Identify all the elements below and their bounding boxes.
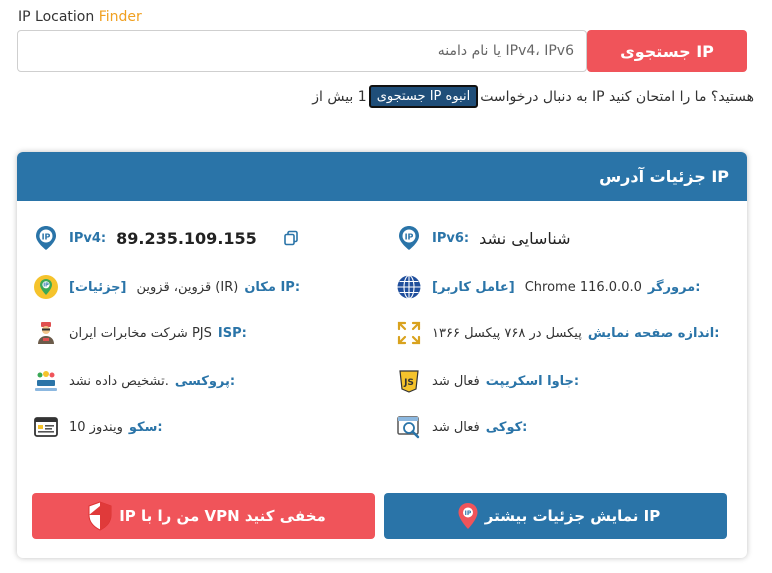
user-agent-link[interactable]: [عامل کاربر] (432, 280, 515, 295)
proxy-value: .تشخیص داده نشد (69, 373, 169, 389)
globe-icon (396, 274, 422, 300)
bulk-ip-lookup-button[interactable]: انبوه IP جستجوی (368, 85, 479, 108)
isp-value: PJS شرکت مخابرات ایران (69, 325, 212, 341)
svg-text:JS: JS (403, 378, 414, 388)
ip-pin-icon: IP (396, 225, 422, 251)
javascript-label: :جاوا اسکریپت (485, 373, 580, 389)
bulk-lookup-lead: 1 بیش از (312, 88, 367, 105)
os-value: ویندوز 10 (69, 419, 123, 435)
site-title-main: IP Location (18, 9, 95, 25)
ipv4-label: IPv4: (69, 230, 107, 246)
browser-label: :مرورگر (647, 279, 701, 295)
screen-row: :اندازه صفحه نمایش پیکسل در ۷۶۸ پیکسل ۱۳… (396, 317, 719, 349)
hide-ip-vpn-label: مخفی کنید VPN من را با IP (119, 507, 326, 525)
site-title: IP Location Finder (18, 9, 142, 25)
cookie-label: :کوکی (485, 419, 528, 435)
svg-text:IP: IP (42, 233, 51, 242)
search-button[interactable]: IP جستجوی (587, 30, 747, 72)
screen-value: پیکسل در ۷۶۸ پیکسل ۱۳۶۶ (432, 325, 582, 341)
cookie-row: :کوکی فعال شد (396, 411, 527, 443)
browser-value: Chrome 116.0.0.0 (524, 279, 642, 295)
shield-icon (88, 501, 112, 531)
javascript-icon: JS (396, 368, 422, 394)
os-row: :سکو ویندوز 10 (33, 411, 163, 443)
proxy-network-icon (33, 368, 59, 394)
os-window-icon (33, 414, 59, 440)
svg-text:IP: IP (405, 233, 414, 242)
ip-pin-icon: IP (33, 225, 59, 251)
proxy-label: :پروکسی (174, 373, 236, 389)
show-more-ip-details-button[interactable]: IP نمایش جزئیات بیشتر IP (384, 493, 727, 539)
svg-text:IP: IP (43, 283, 49, 289)
cookie-value: فعال شد (432, 419, 480, 435)
location-label: :IP مکان (244, 279, 301, 295)
expand-arrows-icon (396, 320, 422, 346)
browser-row: :مرورگر Chrome 116.0.0.0 [عامل کاربر] (396, 271, 700, 303)
ipv4-row: IP IPv4: 89.235.109.155 (33, 222, 299, 254)
location-pin-icon: IP (458, 503, 478, 529)
ipv6-value: شناسایی نشد (479, 228, 571, 248)
cookie-search-icon (396, 414, 422, 440)
location-details-link[interactable]: [جزئیات] (69, 280, 126, 295)
location-pin-icon: IP (33, 274, 59, 300)
show-more-label: IP نمایش جزئیات بیشتر (484, 507, 661, 525)
location-value: (IR) قزوین، قزوین (136, 279, 239, 295)
ipv6-row: IP IPv6: شناسایی نشد (396, 222, 570, 254)
bulk-lookup-line: هستید؟ ما را امتحان کنید IP به دنبال درخ… (312, 85, 754, 108)
os-label: :سکو (128, 419, 163, 435)
javascript-value: فعال شد (432, 373, 480, 389)
javascript-row: JS :جاوا اسکریپت فعال شد (396, 365, 579, 397)
screen-label: :اندازه صفحه نمایش (587, 325, 720, 341)
location-row: IP :IP مکان (IR) قزوین، قزوین [جزئیات] (33, 271, 300, 303)
isp-label: :ISP (217, 325, 247, 341)
site-title-accent: Finder (98, 9, 142, 25)
isp-person-icon (33, 320, 59, 346)
proxy-row: :پروکسی .تشخیص داده نشد (33, 365, 235, 397)
hide-ip-vpn-button[interactable]: مخفی کنید VPN من را با IP (32, 493, 375, 539)
isp-row: :ISP PJS شرکت مخابرات ایران (33, 317, 247, 349)
ipv6-label: IPv6: (432, 230, 470, 246)
card-title: IP جزئیات آدرس (17, 152, 747, 201)
bulk-lookup-text: هستید؟ ما را امتحان کنید IP به دنبال درخ… (480, 88, 754, 105)
copy-icon[interactable] (283, 230, 299, 246)
ipv4-value: 89.235.109.155 (116, 228, 257, 248)
svg-text:IP: IP (464, 510, 471, 517)
search-input[interactable] (17, 30, 587, 72)
